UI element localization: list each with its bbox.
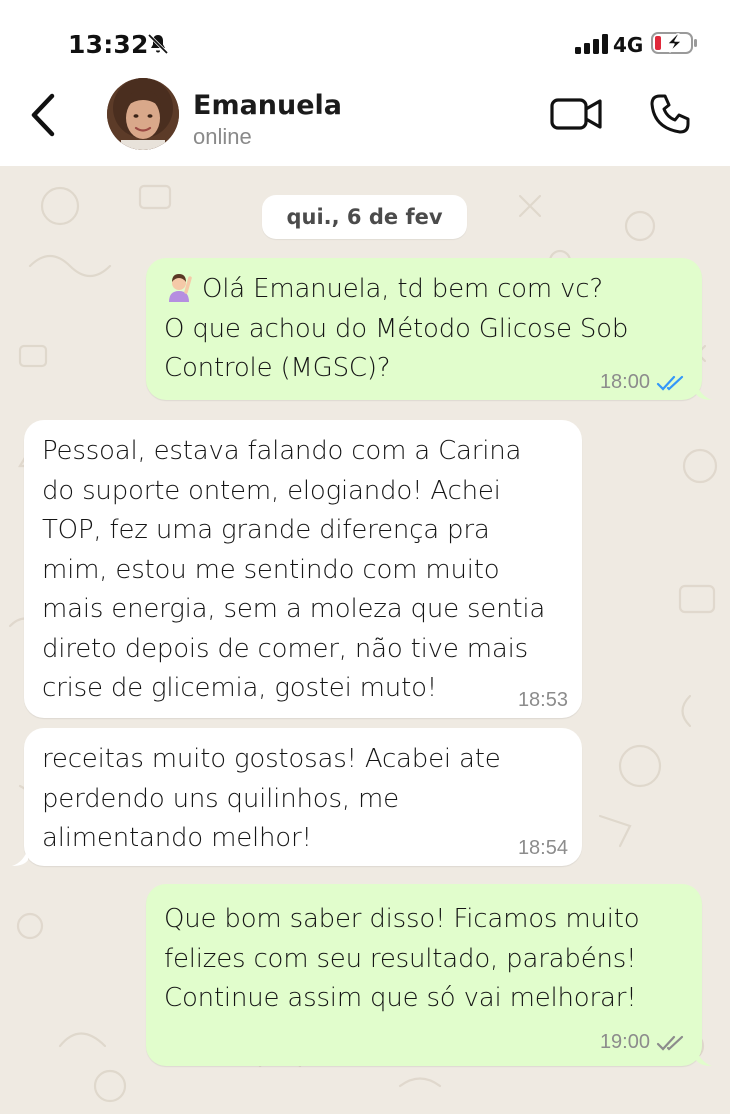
message-line: Olá Emanuela, td bem com vc? — [164, 270, 684, 310]
outgoing-message[interactable]: Olá Emanuela, td bem com vc? O que achou… — [146, 258, 702, 400]
status-time: 13:32 — [68, 30, 149, 59]
message-line: mais energia, sem a moleza que sentia — [42, 594, 546, 624]
incoming-message[interactable]: receitas muito gostosas! Acabei ate perd… — [24, 728, 582, 866]
outgoing-message[interactable]: Que bom saber disso! Ficamos muito feliz… — [146, 884, 702, 1066]
message-time: 18:54 — [517, 837, 568, 859]
bubble-tail — [12, 848, 28, 866]
message-line: alimentando melhor! — [42, 823, 312, 853]
bell-off-icon — [147, 33, 169, 55]
date-separator: qui., 6 de fev — [262, 195, 467, 239]
incoming-message[interactable]: Pessoal, estava falando com a Carina do … — [24, 420, 582, 718]
avatar[interactable] — [107, 78, 179, 150]
network-label: 4G — [613, 33, 644, 57]
message-line: direto depois de comer, não tive mais — [42, 633, 528, 664]
woman-raising-hand-emoji-icon — [169, 274, 192, 302]
message-line: O que achou do Método Glicose Sob — [164, 313, 629, 344]
message-line: felizes com seu resultado, parabéns! — [164, 943, 637, 974]
chat-area[interactable]: qui., 6 de fev Olá Emanuela, td bem com … — [0, 166, 730, 1114]
top-bar: 13:32 4G Emanuela online — [0, 0, 730, 166]
bubble-tail — [696, 1048, 712, 1066]
back-arrow-icon[interactable] — [24, 92, 64, 138]
message-meta: 18:53 — [518, 689, 568, 712]
message-text: Pessoal, estava falando com a Carina do … — [42, 432, 564, 709]
message-meta: 18:00 — [600, 371, 688, 394]
message-text: Que bom saber disso! Ficamos muito feliz… — [164, 900, 684, 1019]
contact-status: online — [193, 124, 252, 149]
message-line: Que bom saber disso! Ficamos muito — [164, 904, 640, 934]
message-line: perdendo uns quilinhos, me — [42, 783, 399, 814]
message-time: 18:00 — [599, 371, 650, 393]
message-time: 18:53 — [517, 689, 568, 711]
delivered-ticks-icon — [656, 1035, 684, 1051]
message-line: crise de glicemia, gostei muto! — [42, 673, 437, 703]
message-line: mim, estou me sentindo com muito — [42, 554, 500, 585]
message-text: receitas muito gostosas! Acabei ate perd… — [42, 740, 564, 859]
message-line: receitas muito gostosas! Acabei ate — [42, 744, 501, 774]
contact-name[interactable]: Emanuela — [193, 90, 342, 121]
message-line: Continue assim que só vai melhorar! — [164, 983, 637, 1013]
message-line: Pessoal, estava falando com a Carina — [42, 436, 522, 466]
message-meta: 18:54 — [518, 837, 568, 860]
message-time: 19:00 — [599, 1031, 650, 1053]
message-line: do suporte ontem, elogiando! Achei — [42, 475, 501, 506]
message-line-text: Olá Emanuela, td bem com vc? — [202, 274, 603, 304]
phone-icon[interactable] — [648, 92, 692, 136]
signal-icon — [575, 34, 608, 54]
bubble-tail — [696, 382, 712, 400]
message-meta: 19:00 — [600, 1031, 688, 1054]
video-call-icon[interactable] — [549, 94, 603, 134]
battery-charging-icon — [651, 32, 697, 54]
read-ticks-icon — [656, 375, 684, 391]
avatar-photo — [107, 78, 179, 150]
message-line: TOP, fez uma grande diferença pra — [42, 515, 490, 545]
